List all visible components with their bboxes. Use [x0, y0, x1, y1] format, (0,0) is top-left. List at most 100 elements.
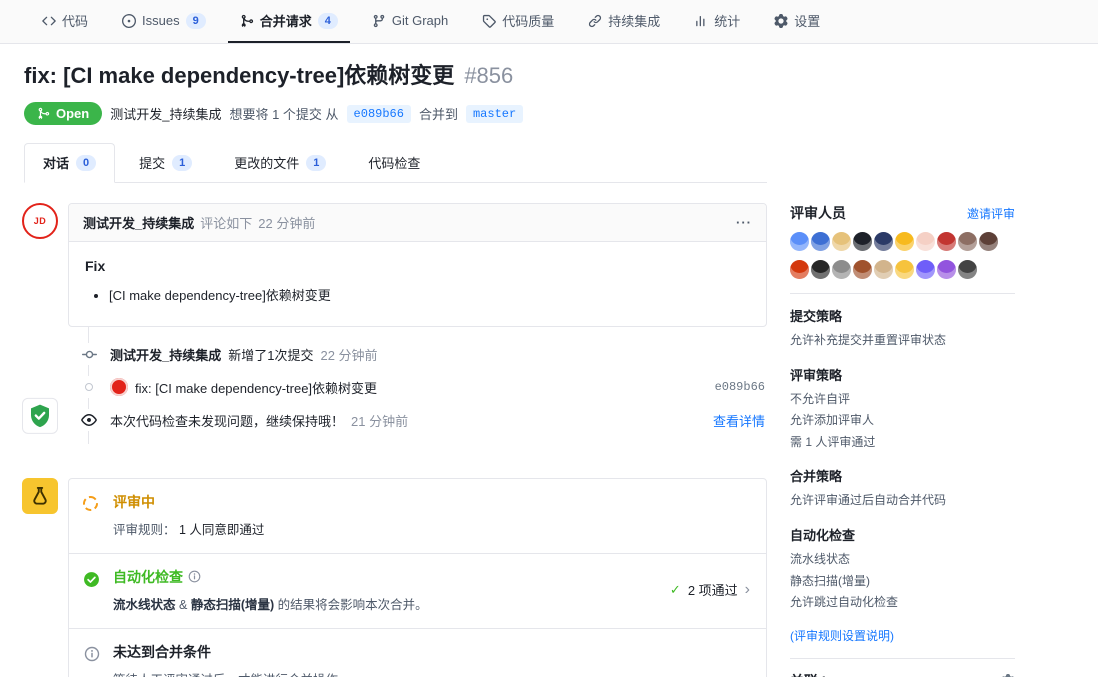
- reviewer-avatar[interactable]: [832, 232, 851, 251]
- tab-commits[interactable]: 提交 1: [121, 144, 210, 182]
- reviewer-avatar[interactable]: [790, 260, 809, 279]
- check-mark-icon: ✓: [669, 581, 681, 597]
- comment-block: JD 测试开发_持续集成 评论如下 22 分钟前 ··· Fix [CI mak…: [22, 203, 767, 327]
- chain-icon: [588, 14, 602, 28]
- review-status-block: 评审中 评审规则： 1 人同意即通过 自动化检查 流水线状态 & 静态扫描(增量…: [22, 477, 767, 677]
- comment-card-header: 测试开发_持续集成 评论如下 22 分钟前 ···: [69, 204, 766, 242]
- strategy-title: 合并策略: [790, 469, 843, 485]
- nav-item-label: 持续集成: [608, 14, 661, 29]
- strategy-line: 流水线状态: [790, 551, 851, 566]
- chevron-right-icon: ›: [744, 580, 750, 598]
- reviewer-avatar[interactable]: [937, 232, 956, 251]
- pipeline-status-link[interactable]: 流水线状态: [113, 598, 176, 612]
- review-rule-value: 1 人同意即通过: [179, 522, 265, 537]
- nav-item-statistics[interactable]: 统计: [682, 0, 752, 43]
- comment-body: Fix [CI make dependency-tree]依赖树变更: [69, 242, 766, 326]
- commit-event-author[interactable]: 测试开发_持续集成: [110, 345, 221, 364]
- nav-item-code-quality[interactable]: 代码质量: [470, 0, 566, 43]
- tab-code-check[interactable]: 代码检查: [350, 144, 438, 182]
- code-icon: [42, 14, 56, 28]
- mr-body: JD 测试开发_持续集成 评论如下 22 分钟前 ··· Fix [CI mak…: [0, 183, 1098, 677]
- reviewer-avatar[interactable]: [832, 260, 851, 279]
- strategy-section-1: 评审策略 不允许自评 允许添加评审人需 1 人评审通过: [790, 365, 1015, 454]
- tab-count-badge: 1: [172, 154, 193, 171]
- commit-event-time: 22 分钟前: [320, 347, 378, 363]
- timeline-events: 测试开发_持续集成 新增了1次提交 22 分钟前 fix: [CI make d…: [22, 316, 767, 444]
- nav-item-settings[interactable]: 设置: [762, 0, 832, 43]
- static-scan-link[interactable]: 静态扫描(增量): [191, 598, 274, 612]
- target-branch-chip[interactable]: master: [465, 104, 524, 123]
- reviewer-avatar[interactable]: [979, 232, 998, 251]
- reviewer-avatar[interactable]: [811, 232, 830, 251]
- reviewer-avatars-row2: [790, 260, 1015, 279]
- source-commit-chip[interactable]: e089b66: [346, 104, 411, 123]
- nav-item-code[interactable]: 代码: [30, 0, 100, 43]
- review-status-title: 评审中: [113, 493, 155, 510]
- reviewer-avatar[interactable]: [958, 260, 977, 279]
- comment-author[interactable]: 测试开发_持续集成: [83, 213, 194, 232]
- in-progress-icon: [83, 495, 98, 511]
- commit-sha[interactable]: e089b66: [715, 380, 765, 394]
- check-detail-link[interactable]: 查看详情: [713, 411, 765, 430]
- strategy-title: 自动化检查: [790, 527, 856, 543]
- reviewer-avatar[interactable]: [958, 232, 977, 251]
- auto-check-tail: 的结果将会影响本次合并。: [274, 597, 428, 612]
- commit-icon: [78, 343, 100, 365]
- review-bot-avatar: [22, 477, 58, 514]
- mr-tabbar: 对话 0 提交 1 更改的文件 1 代码检查: [24, 143, 767, 183]
- nav-item-label: Git Graph: [391, 13, 449, 28]
- comment-menu-button[interactable]: ···: [736, 215, 752, 230]
- nav-item-ci[interactable]: 持续集成: [576, 0, 672, 43]
- check-text: 本次代码检查未发现问题，继续保持哦！: [110, 413, 345, 429]
- reviewer-avatar[interactable]: [895, 232, 914, 251]
- reviewer-avatar[interactable]: [874, 232, 893, 251]
- invite-reviewers-link[interactable]: 邀请评审: [967, 205, 1015, 222]
- reviewer-avatar[interactable]: [937, 260, 956, 279]
- chart-icon: [694, 14, 708, 28]
- strategy-line: 允许补充提交并重置评审状态: [790, 333, 947, 347]
- comment-bullet: [CI make dependency-tree]依赖树变更: [109, 286, 750, 306]
- commit-title-link[interactable]: fix: [CI make dependency-tree]依赖树变更: [135, 378, 377, 397]
- reviewer-avatar[interactable]: [874, 260, 893, 279]
- checks-summary-link[interactable]: ✓ 2 项通过 ›: [670, 580, 750, 599]
- comment-heading: Fix: [85, 258, 106, 274]
- reviewer-avatar[interactable]: [811, 260, 830, 279]
- jd-logo: JD: [33, 216, 47, 226]
- tab-conversation[interactable]: 对话 0: [24, 143, 116, 183]
- comment-card: 测试开发_持续集成 评论如下 22 分钟前 ··· Fix [CI make d…: [68, 203, 767, 327]
- mr-header: fix: [CI make dependency-tree]依赖树变更 #856…: [0, 44, 1098, 125]
- reviewer-avatars-row1: [790, 232, 1015, 251]
- auto-check-title: 自动化检查: [113, 568, 183, 585]
- tab-files-changed[interactable]: 更改的文件 1: [216, 144, 344, 182]
- nav-item-issues[interactable]: Issues 9: [110, 0, 218, 43]
- branch-icon: [372, 14, 386, 28]
- gear-icon: [774, 13, 788, 28]
- strategy-section-2: 合并策略允许评审通过后自动合并代码: [790, 466, 1015, 512]
- nav-item-git-graph[interactable]: Git Graph: [360, 0, 460, 43]
- strategy-line: 允许评审通过后自动合并代码: [790, 493, 947, 508]
- merge-icon: [37, 107, 50, 120]
- mr-status-row: Open 测试开发_持续集成 想要将 1 个提交 从 e089b66 合并到 m…: [24, 102, 1074, 125]
- nav-item-merge-requests[interactable]: 合并请求 4: [227, 0, 350, 43]
- author-name[interactable]: 测试开发_持续集成: [110, 104, 221, 123]
- reviewer-avatar[interactable]: [895, 260, 914, 279]
- info-icon[interactable]: [188, 570, 201, 583]
- reviewer-avatar[interactable]: [916, 260, 935, 279]
- reviewer-avatar[interactable]: [853, 232, 872, 251]
- reviewer-avatar[interactable]: [790, 232, 809, 251]
- summary-text: 想要将 1 个提交 从: [229, 107, 339, 122]
- strategy-section-3: 自动化检查 流水线状态 静态扫描(增量) 允许跳过自动化检查: [790, 525, 1015, 614]
- tag-icon: [482, 14, 497, 28]
- mr-number: #856: [464, 63, 514, 88]
- issue-icon: [122, 13, 137, 28]
- review-rules-link[interactable]: (评审规则设置说明): [790, 627, 1015, 644]
- reviewer-avatar[interactable]: [853, 260, 872, 279]
- commit-row: fix: [CI make dependency-tree]依赖树变更 e089…: [68, 364, 767, 398]
- commenter-avatar[interactable]: JD: [22, 203, 58, 239]
- check-time: 21 分钟前: [351, 413, 409, 429]
- mr-sidebar: 评审人员 邀请评审 提交策略 允许补充提交并重置评审状态 评审策略 不允许自评 允许添加…: [790, 203, 1015, 677]
- nav-item-badge: 9: [185, 12, 206, 29]
- merge-condition-row: 未达到合并条件 等待人工评审通过后，才能进行合并操作。: [69, 627, 766, 677]
- reviewer-avatar[interactable]: [916, 232, 935, 251]
- conversation-thread: JD 测试开发_持续集成 评论如下 22 分钟前 ··· Fix [CI mak…: [22, 203, 767, 677]
